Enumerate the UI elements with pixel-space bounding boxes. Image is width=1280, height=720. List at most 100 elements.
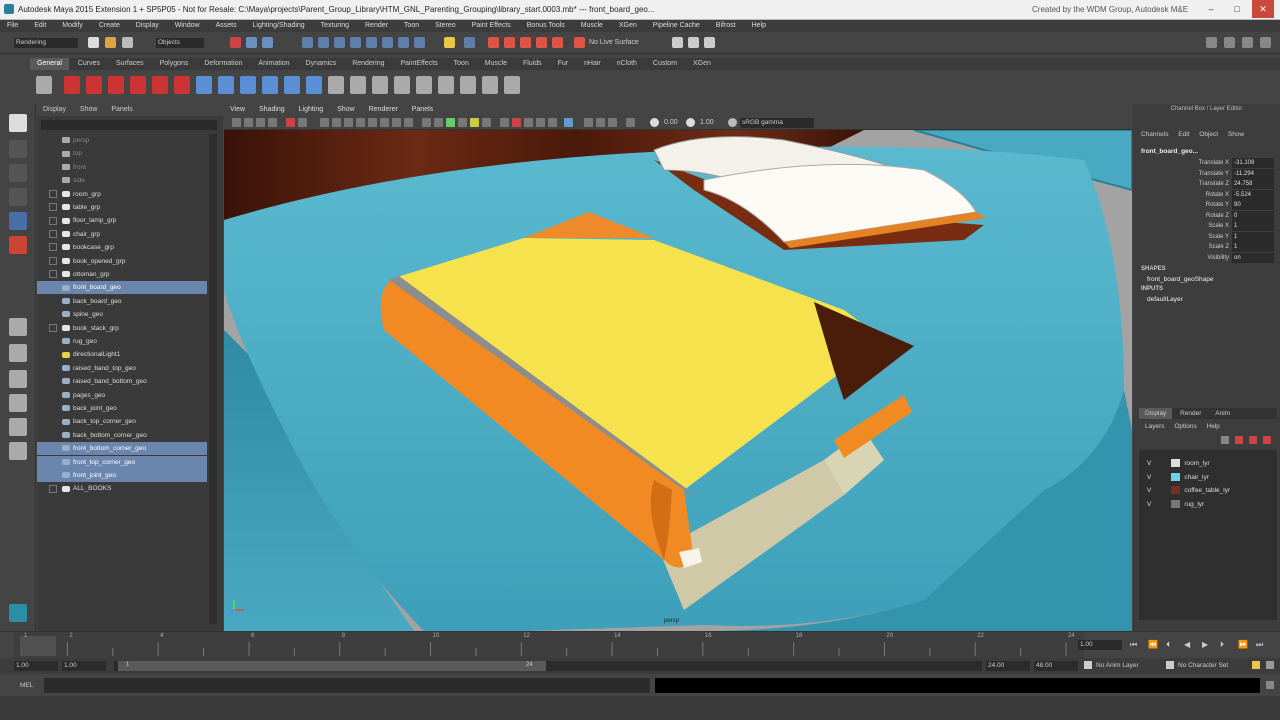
channel-row[interactable]: Rotate Z0 <box>1137 210 1275 221</box>
menu-edit[interactable]: Edit <box>34 20 46 32</box>
channel-value-field[interactable]: 1 <box>1232 242 1274 252</box>
expand-toggle-icon[interactable] <box>49 216 57 225</box>
animation-end-field[interactable]: 48.00 <box>1034 661 1078 671</box>
layout-single-icon[interactable] <box>9 318 27 336</box>
shelf-tab-ncloth[interactable]: nCloth <box>610 58 644 70</box>
channel-value-field[interactable]: on <box>1232 252 1274 263</box>
expand-toggle-icon[interactable] <box>49 323 57 332</box>
channel-row[interactable]: Scale Z1 <box>1137 242 1275 252</box>
mask-misc-icon[interactable] <box>414 37 425 48</box>
menu-pipeline-cache[interactable]: Pipeline Cache <box>653 20 700 32</box>
paint-select-tool-icon[interactable] <box>9 164 27 182</box>
gamma-value[interactable]: 1.00 <box>700 119 714 126</box>
command-language-label[interactable]: MEL <box>20 682 33 689</box>
menu-lighting-shading[interactable]: Lighting/Shading <box>253 20 305 32</box>
render-view-icon[interactable] <box>672 37 683 48</box>
layer-menu-layers[interactable]: Layers <box>1145 423 1165 430</box>
mask-rendering-icon[interactable] <box>398 37 409 48</box>
channel-value-field[interactable]: 24.758 <box>1232 179 1274 189</box>
layer-visibility-toggle[interactable]: V <box>1147 460 1151 467</box>
open-scene-icon[interactable] <box>105 37 116 48</box>
outliner-item[interactable]: pages_geo <box>37 389 207 402</box>
current-frame-field[interactable]: 1.00 <box>1078 640 1122 650</box>
image-plane-icon[interactable] <box>268 118 277 127</box>
cb-menu-show[interactable]: Show <box>1228 131 1244 138</box>
outliner-icon[interactable] <box>504 76 520 94</box>
exposure-value[interactable]: 0.00 <box>664 119 678 126</box>
shelf-tab-surfaces[interactable]: Surfaces <box>109 58 151 70</box>
new-layer-selected-icon[interactable] <box>1235 436 1243 444</box>
outliner-item[interactable]: floor_lamp_grp <box>37 214 207 227</box>
outliner-item[interactable]: ottoman_grp <box>37 268 207 281</box>
snap-curve-icon[interactable] <box>504 37 515 48</box>
mask-joints-icon[interactable] <box>318 37 329 48</box>
menu-stereo[interactable]: Stereo <box>435 20 456 32</box>
channel-row[interactable]: Scale X1 <box>1137 221 1275 231</box>
shelf-tab-toon[interactable]: Toon <box>447 58 476 70</box>
new-layer-icon[interactable] <box>1221 436 1229 444</box>
render-frame-icon[interactable] <box>688 37 699 48</box>
step-back-key-icon[interactable]: ⏪ <box>1148 640 1158 650</box>
group-icon[interactable] <box>394 76 410 94</box>
mask-deformations-icon[interactable] <box>366 37 377 48</box>
snap-point-icon[interactable] <box>520 37 531 48</box>
film-gate-icon[interactable] <box>298 118 307 127</box>
outliner-item[interactable]: raised_band_top_geo <box>37 362 207 375</box>
channel-value-field[interactable]: -31.108 <box>1232 158 1274 168</box>
textured-icon[interactable] <box>356 118 365 127</box>
menu-muscle[interactable]: Muscle <box>581 20 603 32</box>
layer-color-swatch[interactable] <box>1171 486 1181 495</box>
general-menu-icon[interactable] <box>36 76 52 94</box>
ssao-icon[interactable] <box>392 118 401 127</box>
menu-file[interactable]: File <box>7 20 18 32</box>
layer-row[interactable]: Vcoffee_table_lyr <box>1147 485 1277 497</box>
outliner-item[interactable]: table_grp <box>37 201 207 214</box>
layer-move-down-icon[interactable] <box>1263 436 1271 444</box>
expand-toggle-icon[interactable] <box>49 256 57 265</box>
outliner-item[interactable]: front_bottom_corner_geo <box>37 442 207 456</box>
layer-color-swatch[interactable] <box>1171 472 1181 481</box>
maximize-button[interactable]: □ <box>1226 0 1248 18</box>
pencil-curve-icon[interactable] <box>350 76 366 94</box>
step-forward-frame-icon[interactable]: ⏵ <box>1220 640 1230 650</box>
outliner-menu-display[interactable]: Display <box>43 106 66 113</box>
character-set-dropdown[interactable]: No Character Set <box>1178 662 1228 669</box>
attribute-editor-toggle-icon[interactable] <box>1224 37 1235 48</box>
viewport-menu-panels[interactable]: Panels <box>412 104 433 116</box>
outliner-item[interactable]: rug_geo <box>37 335 207 348</box>
menu-assets[interactable]: Assets <box>216 20 237 32</box>
outliner-item[interactable]: back_bottom_corner_geo <box>37 429 207 442</box>
backface-culling-icon[interactable] <box>470 118 479 127</box>
menu-bonus-tools[interactable]: Bonus Tools <box>527 20 565 32</box>
step-back-frame-icon[interactable]: ⏴ <box>1166 640 1176 650</box>
shelf-tab-painteffects[interactable]: PaintEffects <box>393 58 444 70</box>
shelf-tab-rendering[interactable]: Rendering <box>345 58 391 70</box>
channel-row[interactable]: Visibility on <box>1137 252 1275 263</box>
safe-action-icon[interactable] <box>536 118 545 127</box>
cb-menu-edit[interactable]: Edit <box>1178 131 1189 138</box>
range-track[interactable]: 1 24 <box>114 661 982 671</box>
menu-help[interactable]: Help <box>752 20 766 32</box>
field-chart-icon[interactable] <box>524 118 533 127</box>
poly-cone-icon[interactable] <box>262 76 278 94</box>
range-bar[interactable] <box>118 661 546 671</box>
outliner-item[interactable]: book_opened_grp <box>37 255 207 268</box>
xray-icon[interactable] <box>434 118 443 127</box>
ipr-render-icon[interactable] <box>704 37 715 48</box>
channel-value-field[interactable]: 90 <box>1232 200 1274 210</box>
camera-select-icon[interactable] <box>232 118 241 127</box>
bounding-box-icon[interactable] <box>482 118 491 127</box>
expand-toggle-icon[interactable] <box>49 230 57 239</box>
outliner-item[interactable]: bookcase_grp <box>37 241 207 254</box>
expand-toggle-icon[interactable] <box>49 243 57 252</box>
view-transform-dropdown[interactable]: sRGB gamma <box>740 118 814 128</box>
center-pivot-icon[interactable] <box>438 76 454 94</box>
poly-torus-icon[interactable] <box>306 76 322 94</box>
layer-visibility-toggle[interactable]: V <box>1147 487 1151 494</box>
viewport-menu-show[interactable]: Show <box>337 104 355 116</box>
resolution-gate-icon[interactable] <box>500 118 509 127</box>
channel-value-field[interactable]: -5.524 <box>1232 189 1274 200</box>
modeling-toolkit-icon[interactable] <box>1206 37 1217 48</box>
cube-prim-icon[interactable] <box>86 76 102 94</box>
snap-view-plane-icon[interactable] <box>536 37 547 48</box>
